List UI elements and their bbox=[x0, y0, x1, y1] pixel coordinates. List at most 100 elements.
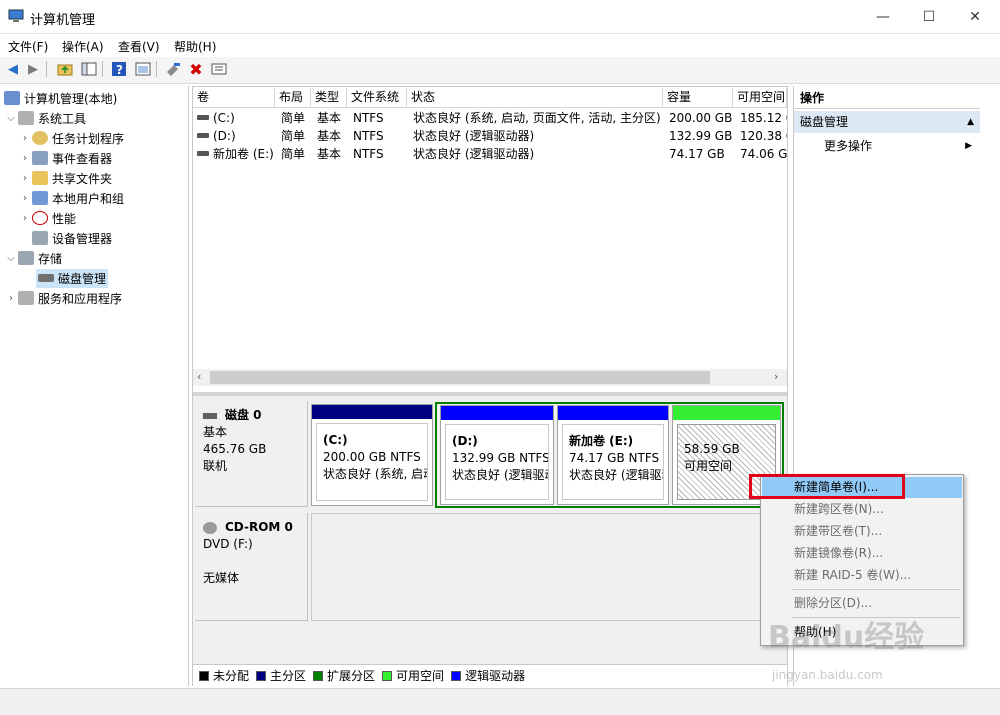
tree-label: 任务计划程序 bbox=[52, 131, 125, 146]
chevron-right-icon[interactable]: › bbox=[18, 193, 32, 204]
tree-label: 本地用户和组 bbox=[52, 191, 125, 206]
tree-item-task-scheduler[interactable]: › 任务计划程序 bbox=[4, 128, 124, 148]
cdrom-0-label[interactable]: CD-ROM 0 DVD (F:) 无媒体 bbox=[195, 513, 308, 621]
more-actions-item[interactable]: 更多操作 ▶ bbox=[794, 135, 980, 157]
minimize-button[interactable]: — bbox=[860, 0, 906, 34]
console-view-icon[interactable] bbox=[134, 60, 152, 78]
scrollbar-thumb[interactable] bbox=[210, 371, 710, 384]
disk-0-label[interactable]: 磁盘 0 基本 465.76 GB 联机 bbox=[195, 401, 308, 507]
column-header-filesystem[interactable]: 文件系统 bbox=[347, 88, 407, 108]
window-title: 计算机管理 bbox=[30, 13, 96, 28]
column-header-free-space[interactable]: 可用空间 bbox=[733, 88, 787, 108]
tree-item-performance[interactable]: › 性能 bbox=[4, 208, 124, 228]
toolbar-separator bbox=[46, 61, 47, 77]
partition-title bbox=[684, 433, 769, 441]
menu-action[interactable]: 操作(A) bbox=[62, 38, 104, 55]
close-button[interactable]: ✕ bbox=[952, 0, 998, 34]
chevron-right-icon[interactable]: › bbox=[18, 213, 32, 224]
cdrom-volume-area[interactable] bbox=[311, 513, 785, 621]
partition-size: 58.59 GB bbox=[684, 442, 740, 456]
table-cell: 基本 bbox=[317, 147, 342, 161]
table-cell: NTFS bbox=[353, 129, 384, 143]
show-hide-tree-icon[interactable] bbox=[80, 60, 98, 78]
maximize-button[interactable]: ☐ bbox=[906, 0, 952, 34]
actions-header: 操作 bbox=[794, 88, 980, 109]
free-space-bar bbox=[673, 406, 780, 420]
chevron-right-icon[interactable]: › bbox=[18, 133, 32, 144]
tree-label: 系统工具 bbox=[38, 111, 87, 126]
collapse-icon[interactable]: ▲ bbox=[967, 111, 974, 133]
table-cell: 简单 bbox=[281, 147, 306, 161]
partition-c[interactable]: (C:) 200.00 GB NTFS 状态良好 (系统, 启动 bbox=[311, 404, 433, 506]
back-icon[interactable]: ◀ bbox=[4, 60, 22, 78]
tree-item-storage[interactable]: ⌵ 存储 bbox=[4, 248, 124, 268]
scroll-left-icon[interactable]: ‹ bbox=[197, 370, 201, 383]
column-header-volume[interactable]: 卷 bbox=[193, 88, 275, 108]
tree-item-system-tools[interactable]: ⌵ 系统工具 bbox=[4, 108, 124, 128]
menu-file[interactable]: 文件(F) bbox=[8, 38, 48, 55]
table-cell: 74.06 GB bbox=[740, 147, 787, 161]
partition-d[interactable]: (D:) 132.99 GB NTFS 状态良好 (逻辑驱动 bbox=[440, 405, 554, 505]
legend: 未分配 主分区 扩展分区 可用空间 逻辑驱动器 bbox=[193, 664, 787, 686]
more-actions-label: 更多操作 bbox=[824, 139, 873, 153]
delete-icon[interactable]: ✖ bbox=[187, 60, 205, 79]
highlight-annotation-box bbox=[749, 474, 905, 499]
status-bar bbox=[0, 688, 1000, 715]
table-cell: 状态良好 (逻辑驱动器) bbox=[413, 129, 535, 143]
menu-delete-partition[interactable]: 删除分区(D)... bbox=[762, 593, 962, 614]
up-folder-icon[interactable] bbox=[56, 60, 74, 78]
forward-icon[interactable]: ▶ bbox=[24, 60, 42, 78]
properties-icon[interactable] bbox=[210, 60, 228, 78]
chevron-right-icon[interactable]: › bbox=[4, 293, 18, 304]
column-header-type[interactable]: 类型 bbox=[311, 88, 347, 108]
tree-item-local-users[interactable]: › 本地用户和组 bbox=[4, 188, 124, 208]
chevron-right-icon[interactable]: › bbox=[18, 153, 32, 164]
cdrom-media: 无媒体 bbox=[203, 571, 240, 585]
table-cell: NTFS bbox=[353, 147, 384, 161]
menu-help[interactable]: 帮助(H) bbox=[174, 38, 216, 55]
tree-item-root[interactable]: 计算机管理(本地) bbox=[4, 88, 124, 108]
navigation-tree: 计算机管理(本地) ⌵ 系统工具 › 任务计划程序 › 事件查看器 › 共享文件… bbox=[0, 86, 189, 686]
scroll-right-icon[interactable]: › bbox=[774, 370, 778, 383]
table-cell: 基本 bbox=[317, 111, 342, 125]
tree-label: 计算机管理(本地) bbox=[24, 91, 118, 106]
legend-item-free-space: 可用空间 bbox=[382, 667, 444, 684]
tree-label: 服务和应用程序 bbox=[38, 291, 123, 306]
svg-text:?: ? bbox=[116, 63, 123, 77]
tree-item-shared-folders[interactable]: › 共享文件夹 bbox=[4, 168, 124, 188]
drive-icon bbox=[197, 133, 209, 138]
disk-type: 基本 bbox=[203, 425, 228, 439]
disk-icon bbox=[38, 274, 54, 282]
partition-state: 状态良好 (系统, 启动 bbox=[323, 467, 428, 481]
tree-item-services[interactable]: › 服务和应用程序 bbox=[4, 288, 124, 308]
menu-new-striped-volume[interactable]: 新建带区卷(T)... bbox=[762, 521, 962, 542]
menu-new-spanned-volume[interactable]: 新建跨区卷(N)... bbox=[762, 499, 962, 520]
disk-size: 465.76 GB bbox=[203, 442, 267, 456]
partition-state: 状态良好 (逻辑驱动 bbox=[452, 468, 549, 482]
legend-label: 未分配 bbox=[213, 669, 250, 683]
legend-swatch bbox=[199, 670, 209, 681]
drive-icon bbox=[197, 151, 209, 156]
tree-item-device-manager[interactable]: 设备管理器 bbox=[4, 228, 124, 248]
tree-item-disk-management[interactable]: 磁盘管理 bbox=[4, 268, 124, 288]
menu-new-raid5-volume[interactable]: 新建 RAID-5 卷(W)... bbox=[762, 565, 962, 586]
actions-section-disk-management[interactable]: 磁盘管理 ▲ bbox=[794, 111, 980, 133]
menu-view[interactable]: 查看(V) bbox=[118, 38, 160, 55]
help-icon[interactable]: ? bbox=[110, 60, 128, 78]
column-header-layout[interactable]: 布局 bbox=[275, 88, 311, 108]
column-header-status[interactable]: 状态 bbox=[407, 88, 663, 108]
partition-size: 74.17 GB NTFS bbox=[569, 451, 660, 465]
chevron-right-icon[interactable]: › bbox=[18, 173, 32, 184]
tree-label: 存储 bbox=[38, 251, 63, 266]
column-header-capacity[interactable]: 容量 bbox=[663, 88, 733, 108]
legend-item-logical: 逻辑驱动器 bbox=[451, 667, 525, 684]
table-cell: 基本 bbox=[317, 129, 342, 143]
tree-item-event-viewer[interactable]: › 事件查看器 bbox=[4, 148, 124, 168]
cdrom-name: CD-ROM 0 bbox=[225, 520, 293, 534]
chevron-down-icon[interactable]: ⌵ bbox=[4, 113, 18, 124]
legend-item-primary: 主分区 bbox=[256, 667, 306, 684]
connect-icon[interactable] bbox=[164, 60, 182, 78]
menu-new-mirrored-volume[interactable]: 新建镜像卷(R)... bbox=[762, 543, 962, 564]
chevron-down-icon[interactable]: ⌵ bbox=[4, 253, 18, 264]
partition-e[interactable]: 新加卷 (E:) 74.17 GB NTFS 状态良好 (逻辑驱动 bbox=[557, 405, 669, 505]
